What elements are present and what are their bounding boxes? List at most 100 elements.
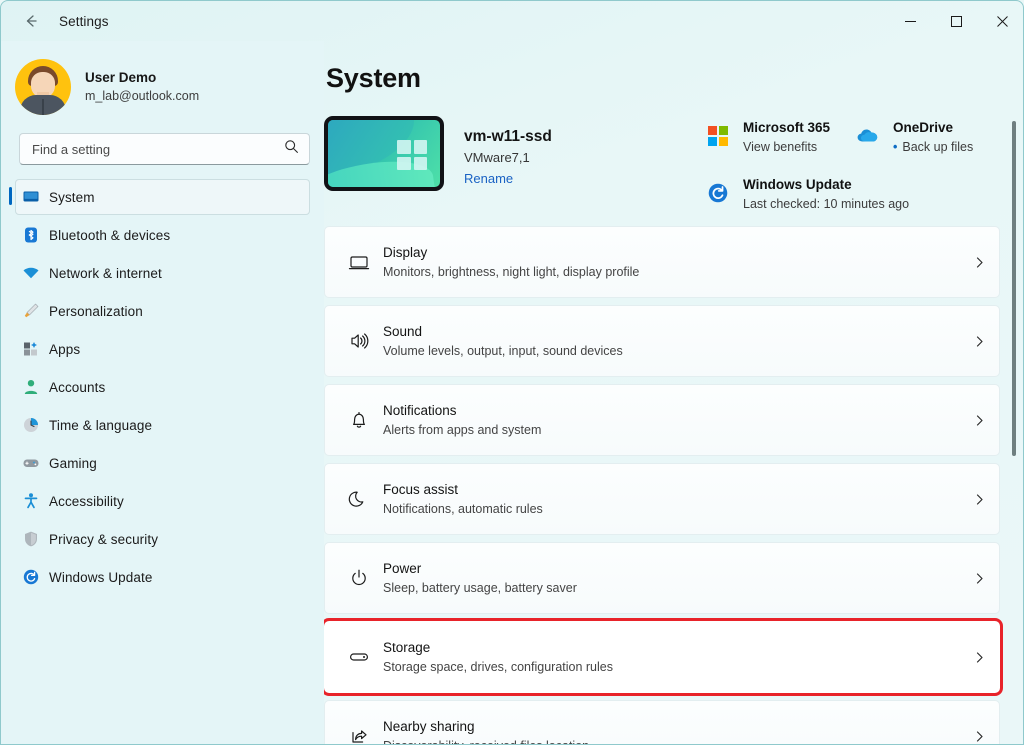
settings-card-title: Notifications	[383, 403, 457, 419]
quick-link-subtitle: View benefits	[743, 140, 818, 154]
page-title: System	[326, 63, 421, 93]
settings-window: Settings User Demo m_lab@outlook.com Fin…	[0, 0, 1024, 745]
paintbrush-icon	[21, 301, 41, 321]
monitor-icon	[339, 251, 379, 273]
person-icon	[21, 377, 41, 397]
sidebar-item-label: Network & internet	[49, 265, 162, 281]
sidebar-item-bluetooth-devices[interactable]: Bluetooth & devices	[15, 217, 310, 253]
microsoft-logo-icon	[705, 123, 731, 149]
storage-drive-icon	[339, 646, 379, 668]
settings-card-sound[interactable]: Sound Volume levels, output, input, soun…	[324, 305, 1000, 377]
account-email: m_lab@outlook.com	[85, 88, 200, 103]
sidebar-item-apps[interactable]: Apps	[15, 331, 310, 367]
clock-icon	[21, 415, 41, 435]
sidebar-item-privacy-security[interactable]: Privacy & security	[15, 521, 310, 557]
quick-links: Microsoft 365 View benefits OneDrive Bac…	[705, 119, 1005, 211]
search-input[interactable]	[32, 141, 284, 157]
sidebar-item-personalization[interactable]: Personalization	[15, 293, 310, 329]
sidebar-item-network-internet[interactable]: Network & internet	[15, 255, 310, 291]
rename-link[interactable]: Rename	[464, 171, 513, 186]
chevron-right-icon	[959, 730, 999, 743]
update-refresh-icon	[705, 180, 731, 206]
settings-card-title: Power	[383, 561, 422, 577]
windows-logo-icon	[397, 140, 427, 170]
account-header[interactable]: User Demo m_lab@outlook.com	[1, 41, 324, 117]
accessibility-icon	[21, 491, 41, 511]
chevron-right-icon	[959, 335, 999, 348]
settings-card-subtitle: Alerts from apps and system	[383, 422, 542, 437]
speaker-icon	[339, 330, 379, 352]
sidebar-item-label: Personalization	[49, 303, 143, 319]
minimize-button[interactable]	[887, 1, 933, 41]
sidebar-item-label: System	[49, 189, 95, 205]
settings-card-power[interactable]: Power Sleep, battery usage, battery save…	[324, 542, 1000, 614]
settings-card-title: Nearby sharing	[383, 719, 475, 735]
sidebar-item-label: Windows Update	[49, 569, 153, 585]
settings-card-storage[interactable]: Storage Storage space, drives, configura…	[324, 618, 1003, 696]
search-icon	[284, 139, 299, 159]
device-model: VMware7,1	[464, 150, 530, 165]
settings-list: Display Monitors, brightness, night ligh…	[324, 226, 1003, 744]
settings-card-display[interactable]: Display Monitors, brightness, night ligh…	[324, 226, 1000, 298]
sidebar-item-accounts[interactable]: Accounts	[15, 369, 310, 405]
sidebar-item-time-language[interactable]: Time & language	[15, 407, 310, 443]
settings-card-subtitle: Discoverability, received files location	[383, 737, 959, 744]
sidebar-item-label: Time & language	[49, 417, 153, 433]
settings-card-subtitle: Monitors, brightness, night light, displ…	[383, 264, 640, 279]
scrollbar[interactable]	[1009, 93, 1019, 741]
bell-icon	[339, 409, 379, 431]
settings-card-focus-assist[interactable]: Focus assist Notifications, automatic ru…	[324, 463, 1000, 535]
settings-card-title: Display	[383, 245, 428, 261]
maximize-button[interactable]	[933, 1, 979, 41]
sidebar-nav: System Bluetooth & devices Network & int…	[1, 179, 324, 595]
sidebar-item-label: Apps	[49, 341, 81, 357]
sidebar-item-label: Accounts	[49, 379, 106, 395]
bluetooth-icon	[21, 225, 41, 245]
avatar	[15, 59, 71, 115]
chevron-right-icon	[959, 651, 999, 664]
settings-card-notifications[interactable]: Notifications Alerts from apps and syste…	[324, 384, 1000, 456]
device-wallpaper-thumbnail	[324, 116, 444, 191]
chevron-right-icon	[959, 493, 999, 506]
sidebar-item-windows-update[interactable]: Windows Update	[15, 559, 310, 595]
main-content: System Microsoft 365 View benefits OneDr…	[324, 41, 1023, 744]
search-box[interactable]	[19, 133, 310, 165]
settings-card-title: Storage	[383, 640, 431, 656]
sidebar-item-system[interactable]: System	[9, 179, 310, 215]
close-button[interactable]	[979, 1, 1023, 41]
quick-link-title: Microsoft 365	[743, 120, 831, 135]
quick-link-subtitle: Last checked: 10 minutes ago	[743, 197, 910, 211]
shield-icon	[21, 529, 41, 549]
settings-card-title: Focus assist	[383, 482, 459, 498]
sidebar: User Demo m_lab@outlook.com Find a setti…	[1, 41, 324, 744]
sidebar-item-accessibility[interactable]: Accessibility	[15, 483, 310, 519]
onedrive-cloud-icon	[855, 123, 881, 149]
quick-link-title: OneDrive	[893, 120, 954, 135]
settings-card-subtitle: Volume levels, output, input, sound devi…	[383, 343, 623, 358]
sidebar-item-label: Gaming	[49, 455, 97, 471]
apps-grid-icon	[21, 339, 41, 359]
sidebar-item-gaming[interactable]: Gaming	[15, 445, 310, 481]
sidebar-item-label: Bluetooth & devices	[49, 227, 171, 243]
quick-link-windows-update[interactable]: Windows Update Last checked: 10 minutes …	[705, 176, 909, 211]
quick-link-subtitle: Back up files	[893, 140, 973, 154]
window-caption-buttons	[887, 1, 1023, 41]
settings-card-subtitle: Notifications, automatic rules	[383, 501, 543, 516]
quick-link-microsoft-365[interactable]: Microsoft 365 View benefits	[705, 119, 855, 154]
wifi-icon	[21, 263, 41, 283]
quick-link-onedrive[interactable]: OneDrive Back up files	[855, 119, 973, 154]
title-bar: Settings	[1, 1, 1023, 41]
nearby-share-icon	[339, 725, 379, 744]
back-arrow-icon[interactable]	[13, 6, 49, 36]
settings-card-nearby-sharing[interactable]: Nearby sharing Discoverability, received…	[324, 700, 1000, 744]
monitor-icon	[21, 187, 41, 207]
sidebar-item-label: Accessibility	[49, 493, 124, 509]
chevron-right-icon	[959, 414, 999, 427]
settings-card-title: Sound	[383, 324, 423, 340]
device-name: vm-w11-ssd	[464, 128, 552, 145]
account-name: User Demo	[85, 70, 157, 86]
scrollbar-thumb[interactable]	[1012, 121, 1016, 456]
chevron-right-icon	[959, 572, 999, 585]
chevron-right-icon	[959, 256, 999, 269]
settings-card-subtitle: Storage space, drives, configuration rul…	[383, 659, 613, 674]
